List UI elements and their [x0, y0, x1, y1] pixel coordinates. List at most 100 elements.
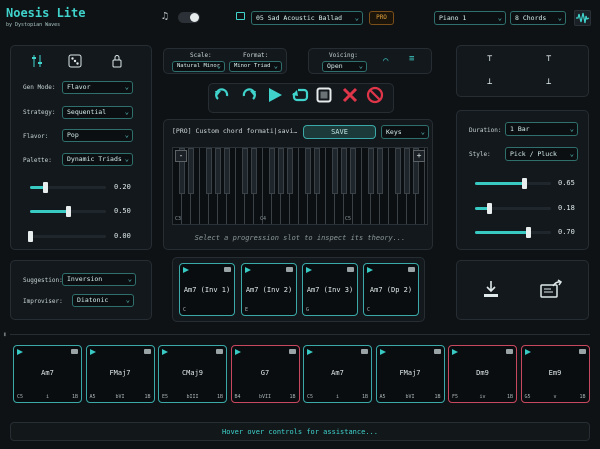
folder-icon[interactable] — [433, 349, 441, 354]
voicing-select[interactable]: Open ⌄ — [322, 61, 367, 72]
folder-icon[interactable] — [286, 267, 293, 272]
improviser-select[interactable]: Diatonic ⌄ — [72, 294, 134, 307]
dice-icon[interactable] — [68, 54, 82, 68]
piano-black-key[interactable] — [215, 148, 221, 194]
piano-black-key[interactable] — [224, 148, 230, 194]
folder-icon[interactable] — [216, 349, 223, 354]
piano-black-key[interactable] — [404, 148, 410, 194]
piano-black-key[interactable] — [368, 148, 374, 194]
format-select[interactable]: Minor Triad ⌄ — [229, 61, 282, 72]
left-slider-1[interactable] — [30, 182, 106, 193]
undo-icon[interactable] — [213, 86, 231, 104]
play-icon[interactable] — [524, 349, 531, 355]
align-top-right-icon[interactable]: ⊤ — [546, 54, 551, 64]
piano-keyboard[interactable] — [172, 147, 428, 225]
save-button[interactable]: SAVE — [303, 125, 376, 139]
play-icon[interactable] — [379, 349, 386, 355]
progression-slot[interactable]: Am7 C5 i 1B — [13, 345, 82, 403]
piano-black-key[interactable] — [332, 148, 338, 194]
progression-slot[interactable]: Dm9 F5 iv 1B — [448, 345, 517, 403]
folder-icon[interactable] — [578, 349, 586, 354]
piano-black-key[interactable] — [242, 148, 248, 194]
suggestion-select[interactable]: Inversion ⌄ — [62, 273, 136, 286]
progression-select[interactable]: 05 Sad Acoustic Ballad ⌄ — [251, 11, 363, 25]
piano-black-key[interactable] — [377, 148, 383, 194]
palette-select[interactable]: Dynamic Triads ⌄ — [62, 153, 133, 166]
octave-down-button[interactable]: - — [175, 150, 187, 162]
scale-select[interactable]: Natural Minor ⌄ — [172, 61, 225, 72]
chord-format-field[interactable]: [PRO] Custom chord formati|savi… — [172, 127, 298, 138]
flavor-select[interactable]: Pop ⌄ — [62, 129, 133, 142]
piano-black-key[interactable] — [188, 148, 194, 194]
progression-slot[interactable]: Em9 G5 v 1B — [520, 345, 590, 403]
stop-icon[interactable] — [315, 86, 333, 104]
strategy-select[interactable]: Sequential ⌄ — [62, 106, 133, 119]
progression-slot[interactable]: Am7 C5 i 1B — [303, 345, 372, 403]
folder-icon[interactable] — [71, 349, 78, 354]
left-slider-3[interactable] — [28, 231, 106, 242]
slider-handle[interactable] — [486, 203, 492, 214]
redo-icon[interactable] — [240, 86, 258, 104]
piano-black-key[interactable] — [314, 148, 320, 194]
gen-mode-select[interactable]: Flavor ⌄ — [62, 81, 133, 94]
instrument-select[interactable]: Piano 1 ⌄ — [434, 11, 506, 25]
piano-black-key[interactable] — [341, 148, 347, 194]
play-icon[interactable] — [367, 267, 373, 273]
play-icon[interactable] — [234, 349, 241, 355]
slider-handle[interactable] — [522, 178, 528, 189]
lock-icon[interactable] — [111, 54, 123, 68]
inversion-card[interactable]: Am7 (Inv 1) C — [179, 263, 235, 316]
progression-slot[interactable]: FMaj7 A5 bVI 1B — [375, 345, 445, 403]
folder-icon[interactable] — [408, 267, 415, 272]
piano-black-key[interactable] — [269, 148, 275, 194]
folder-icon[interactable] — [347, 267, 354, 272]
progression-slot[interactable]: G7 B4 bVII 1B — [230, 345, 300, 403]
play-icon[interactable] — [452, 349, 458, 355]
folder-icon[interactable] — [506, 349, 513, 354]
left-slider-2[interactable] — [30, 206, 106, 217]
piano-black-key[interactable] — [287, 148, 293, 194]
piano-black-key[interactable] — [305, 148, 311, 194]
play-icon[interactable] — [162, 349, 168, 355]
slider-handle[interactable] — [43, 182, 49, 193]
arc-icon[interactable]: ⌒ — [383, 56, 388, 66]
play-icon[interactable] — [17, 349, 23, 355]
duration-select[interactable]: 1 Bar ⌄ — [505, 122, 578, 136]
piano-black-key[interactable] — [206, 148, 212, 194]
octave-up-button[interactable]: + — [413, 150, 425, 162]
piano-black-key[interactable] — [395, 148, 401, 194]
piano-black-key[interactable] — [278, 148, 284, 194]
folder-icon[interactable] — [361, 349, 368, 354]
inversion-card[interactable]: Am7 (Dp 2) C — [363, 263, 419, 316]
spread-icon[interactable]: ≡ — [409, 54, 414, 64]
midi-toggle[interactable] — [178, 12, 200, 23]
style-select[interactable]: Pick / Pluck ⌄ — [505, 147, 578, 161]
inversion-card[interactable]: Am7 (Inv 2) E — [241, 263, 297, 316]
progression-slot[interactable]: CMaj9 E5 bIII 1B — [158, 345, 227, 403]
slider-handle[interactable] — [28, 231, 33, 242]
export-midi-icon[interactable] — [540, 279, 564, 299]
pro-badge[interactable]: PRO — [369, 11, 394, 25]
chord-count-select[interactable]: 8 Chords ⌄ — [510, 11, 566, 25]
piano-black-key[interactable] — [251, 148, 257, 194]
folder-icon[interactable] — [143, 349, 151, 354]
right-slider-3[interactable] — [475, 227, 551, 238]
align-bottom-right-icon[interactable]: ⊥ — [546, 77, 551, 87]
play-icon[interactable] — [266, 86, 284, 104]
folder-icon[interactable] — [288, 349, 296, 354]
play-icon[interactable] — [183, 267, 189, 273]
loop-icon[interactable] — [291, 86, 309, 104]
view-select[interactable]: Keys ⌄ — [381, 125, 429, 139]
folder-icon[interactable] — [224, 267, 231, 272]
clear-icon[interactable] — [341, 86, 359, 104]
download-icon[interactable] — [483, 280, 499, 298]
progression-slot[interactable]: FMaj7 A5 bVI 1B — [85, 345, 155, 403]
piano-black-key[interactable] — [350, 148, 356, 194]
right-slider-1[interactable] — [475, 178, 551, 189]
play-icon[interactable] — [307, 349, 313, 355]
right-slider-2[interactable] — [475, 203, 551, 214]
panic-icon[interactable] — [366, 86, 384, 104]
play-icon[interactable] — [89, 349, 96, 355]
play-icon[interactable] — [245, 267, 251, 273]
align-bottom-icon[interactable]: ⊥ — [487, 77, 492, 87]
